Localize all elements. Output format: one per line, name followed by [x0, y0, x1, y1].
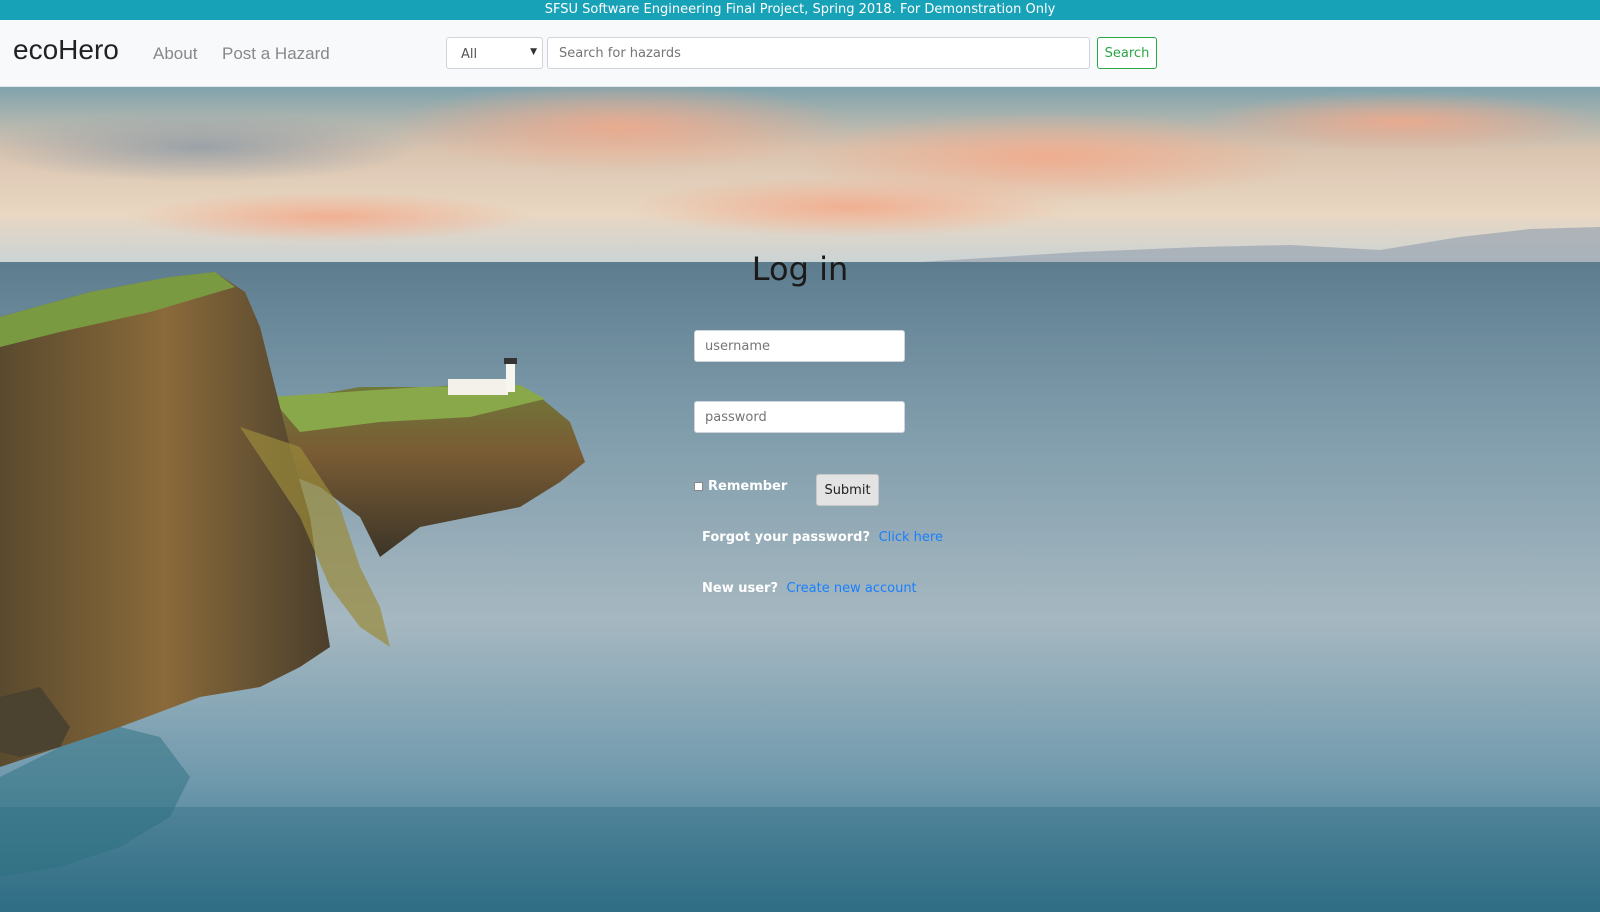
new-user-line: New user? Create new account — [702, 581, 917, 596]
create-account-link[interactable]: Create new account — [787, 581, 917, 596]
category-select-value: All — [461, 47, 478, 62]
brand-logo[interactable]: ecoHero — [13, 34, 119, 66]
navbar: ecoHero About Post a Hazard All ▼ Search — [0, 20, 1600, 87]
login-title: Log in — [751, 250, 849, 288]
search-input[interactable] — [547, 37, 1090, 69]
landscape-image — [0, 87, 1600, 912]
password-field[interactable] — [694, 401, 905, 433]
search-button[interactable]: Search — [1097, 37, 1157, 69]
remember-checkbox[interactable] — [694, 482, 703, 491]
forgot-password-text: Forgot your password? — [702, 530, 871, 545]
submit-button[interactable]: Submit — [816, 474, 879, 506]
nav-link-about[interactable]: About — [153, 44, 197, 64]
forgot-password-link[interactable]: Click here — [879, 530, 943, 545]
forgot-password-line: Forgot your password? Click here — [702, 530, 943, 545]
hero-background — [0, 87, 1600, 912]
username-field[interactable] — [694, 330, 905, 362]
nav-link-post-hazard[interactable]: Post a Hazard — [222, 44, 330, 64]
new-user-text: New user? — [702, 581, 778, 596]
remember-label: Remember — [708, 479, 788, 494]
demo-banner: SFSU Software Engineering Final Project,… — [0, 0, 1600, 20]
category-select[interactable]: All ▼ — [446, 37, 543, 69]
chevron-down-icon: ▼ — [530, 47, 537, 57]
